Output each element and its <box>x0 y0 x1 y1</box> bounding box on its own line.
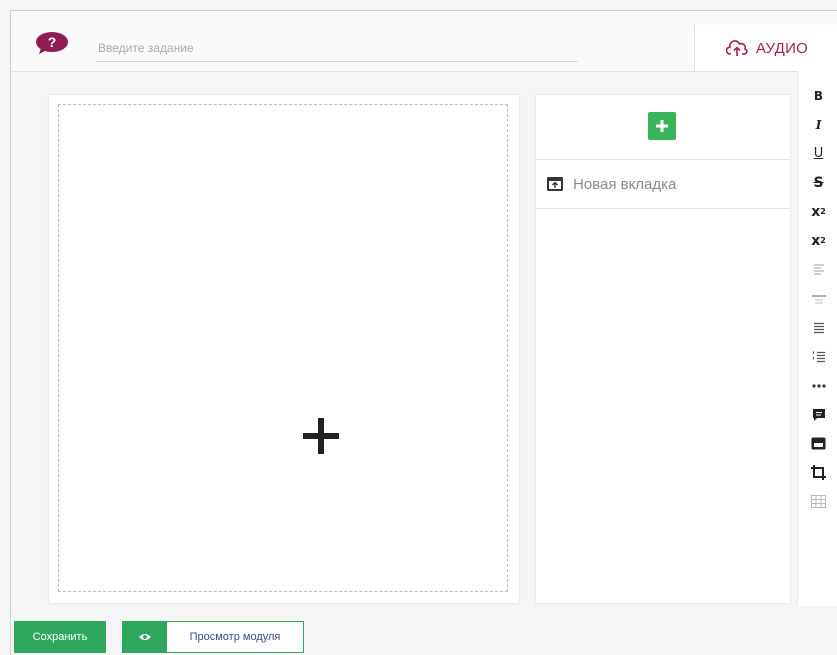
image-icon <box>811 437 826 450</box>
tabs-panel-header <box>536 95 790 160</box>
format-toolbar: B I U S x2 x2 <box>797 71 837 606</box>
image-button[interactable] <box>798 429 837 458</box>
help-icon[interactable]: ? <box>35 32 71 54</box>
underline-label: U <box>813 146 824 161</box>
superscript-button[interactable]: x2 <box>798 197 837 226</box>
bullet-list-button[interactable] <box>798 313 837 342</box>
crop-button[interactable] <box>798 458 837 487</box>
content-canvas <box>49 95 519 603</box>
plus-icon <box>656 120 668 132</box>
plus-icon[interactable] <box>301 416 341 456</box>
strikethrough-button[interactable]: S <box>798 168 837 197</box>
subscript-base: x <box>811 232 821 249</box>
content-dropzone[interactable] <box>58 104 508 592</box>
table-button[interactable] <box>798 487 837 516</box>
underline-button[interactable]: U <box>798 139 837 168</box>
bold-label: B <box>813 88 824 103</box>
tab-item[interactable]: Новая вкладка <box>536 160 790 209</box>
table-icon <box>811 495 826 508</box>
audio-label: АУДИО <box>755 39 809 57</box>
more-button[interactable] <box>798 371 837 400</box>
footer: Сохранить Просмотр модуля <box>11 609 837 655</box>
align-icon <box>813 263 824 275</box>
numbered-list-icon <box>812 351 825 362</box>
cloud-upload-icon <box>725 40 748 56</box>
header: ? АУДИО <box>11 11 837 72</box>
horizontal-rule-button[interactable] <box>798 284 837 313</box>
preview-label: Просмотр модуля <box>189 631 281 643</box>
bold-button[interactable]: B <box>798 81 837 110</box>
comment-button[interactable] <box>798 400 837 429</box>
eye-icon <box>139 634 151 640</box>
preview-module-button[interactable]: Просмотр модуля <box>122 621 304 653</box>
superscript-exp: 2 <box>820 207 826 216</box>
align-button[interactable] <box>798 255 837 284</box>
strikethrough-label: S <box>813 174 824 191</box>
save-button[interactable]: Сохранить <box>14 621 106 653</box>
more-icon <box>811 383 826 388</box>
numbered-list-button[interactable] <box>798 342 837 371</box>
module-editor: ? АУДИО <box>10 10 837 655</box>
italic-label: I <box>815 117 822 132</box>
horizontal-rule-icon <box>811 294 826 304</box>
svg-text:?: ? <box>48 34 57 50</box>
tab-label: Новая вкладка <box>573 175 677 193</box>
audio-upload-button[interactable]: АУДИО <box>694 25 837 71</box>
task-input[interactable] <box>96 35 578 62</box>
crop-icon <box>811 465 826 480</box>
tabs-panel: Новая вкладка <box>536 95 790 603</box>
italic-button[interactable]: I <box>798 110 837 139</box>
subscript-button[interactable]: x2 <box>798 226 837 255</box>
tab-icon <box>547 177 563 191</box>
add-tab-button[interactable] <box>648 112 676 140</box>
superscript-base: x <box>811 203 821 220</box>
subscript-exp: 2 <box>820 236 826 245</box>
preview-eye-box <box>123 622 167 652</box>
comment-icon <box>812 408 825 421</box>
bullet-list-icon <box>813 322 824 333</box>
